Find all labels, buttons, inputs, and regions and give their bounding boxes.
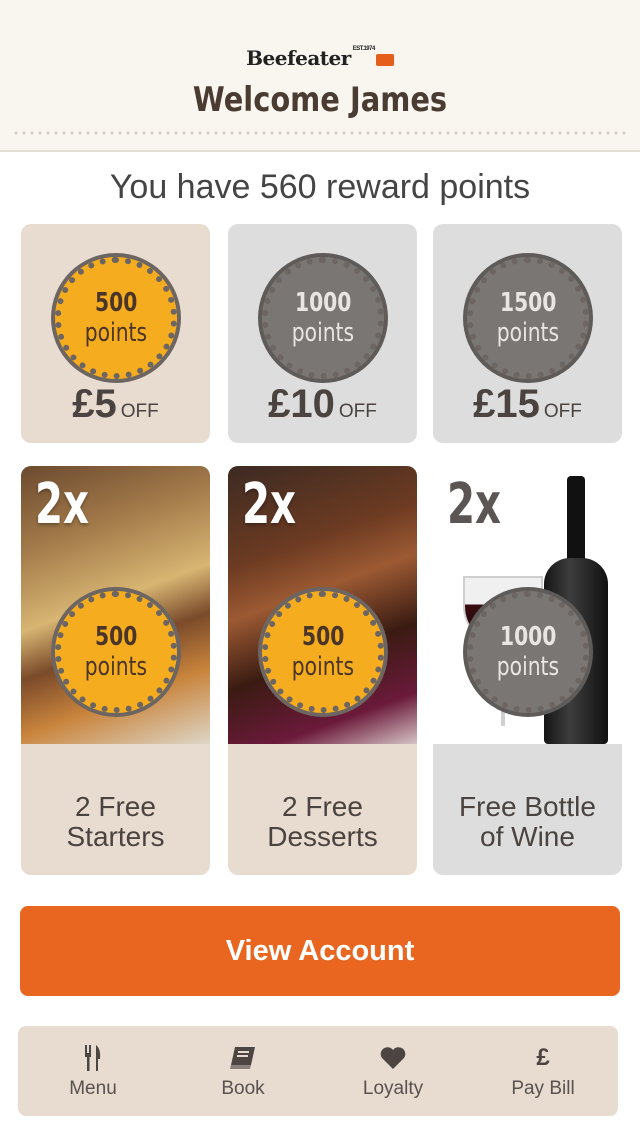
book-icon: [230, 1042, 256, 1074]
cutlery-icon: [83, 1042, 103, 1074]
offer-title: Free Bottle of Wine: [459, 791, 596, 852]
points-badge: 500 points: [262, 591, 384, 713]
voucher-amount: £15 OFF: [473, 382, 582, 426]
voucher-amount: £5 OFF: [72, 382, 159, 426]
points-badge: 500 points: [55, 257, 177, 379]
heart-icon: [380, 1042, 406, 1074]
multiplier-label: 2x: [35, 472, 90, 537]
reward-points-text: You have 560 reward points: [109, 168, 531, 206]
points-badge: 1500 points: [467, 257, 589, 379]
voucher-amount: £10 OFF: [268, 382, 377, 426]
tab-book[interactable]: Book: [168, 1026, 318, 1116]
bull-logo-icon: [375, 53, 394, 66]
offer-title: 2 Free Starters: [66, 791, 165, 852]
dotted-divider: [12, 131, 628, 135]
header: Beefeater EST.1974 Welcome James: [0, 0, 640, 152]
bottom-tab-bar: Menu Book Loyalty £ Pay Bill: [18, 1026, 618, 1116]
welcome-title: Welcome James: [192, 80, 448, 120]
offer-card-free-desserts[interactable]: 2x 500 points 2 Free Desserts: [228, 466, 417, 875]
voucher-card-15-off[interactable]: 1500 points £15 OFF: [433, 224, 622, 443]
tab-pay-bill[interactable]: £ Pay Bill: [468, 1026, 618, 1116]
tab-loyalty[interactable]: Loyalty: [318, 1026, 468, 1116]
points-badge: 500 points: [55, 591, 177, 713]
tab-menu[interactable]: Menu: [18, 1026, 168, 1116]
offer-card-free-starters[interactable]: 2x 500 points 2 Free Starters: [21, 466, 210, 875]
multiplier-label: 2x: [242, 472, 297, 537]
voucher-card-10-off[interactable]: 1000 points £10 OFF: [228, 224, 417, 443]
points-badge: 1000 points: [467, 591, 589, 713]
offer-title: 2 Free Desserts: [267, 791, 378, 852]
multiplier-label: 2x: [447, 472, 502, 537]
beefeater-logo: Beefeater EST.1974: [0, 46, 640, 70]
pound-icon: £: [536, 1044, 550, 1071]
offer-card-free-wine[interactable]: 2x 1000 points Free Bottle of Wine: [433, 466, 622, 875]
view-account-button[interactable]: View Account: [20, 906, 620, 996]
voucher-card-5-off[interactable]: 500 points £5 OFF: [21, 224, 210, 443]
points-badge: 1000 points: [262, 257, 384, 379]
